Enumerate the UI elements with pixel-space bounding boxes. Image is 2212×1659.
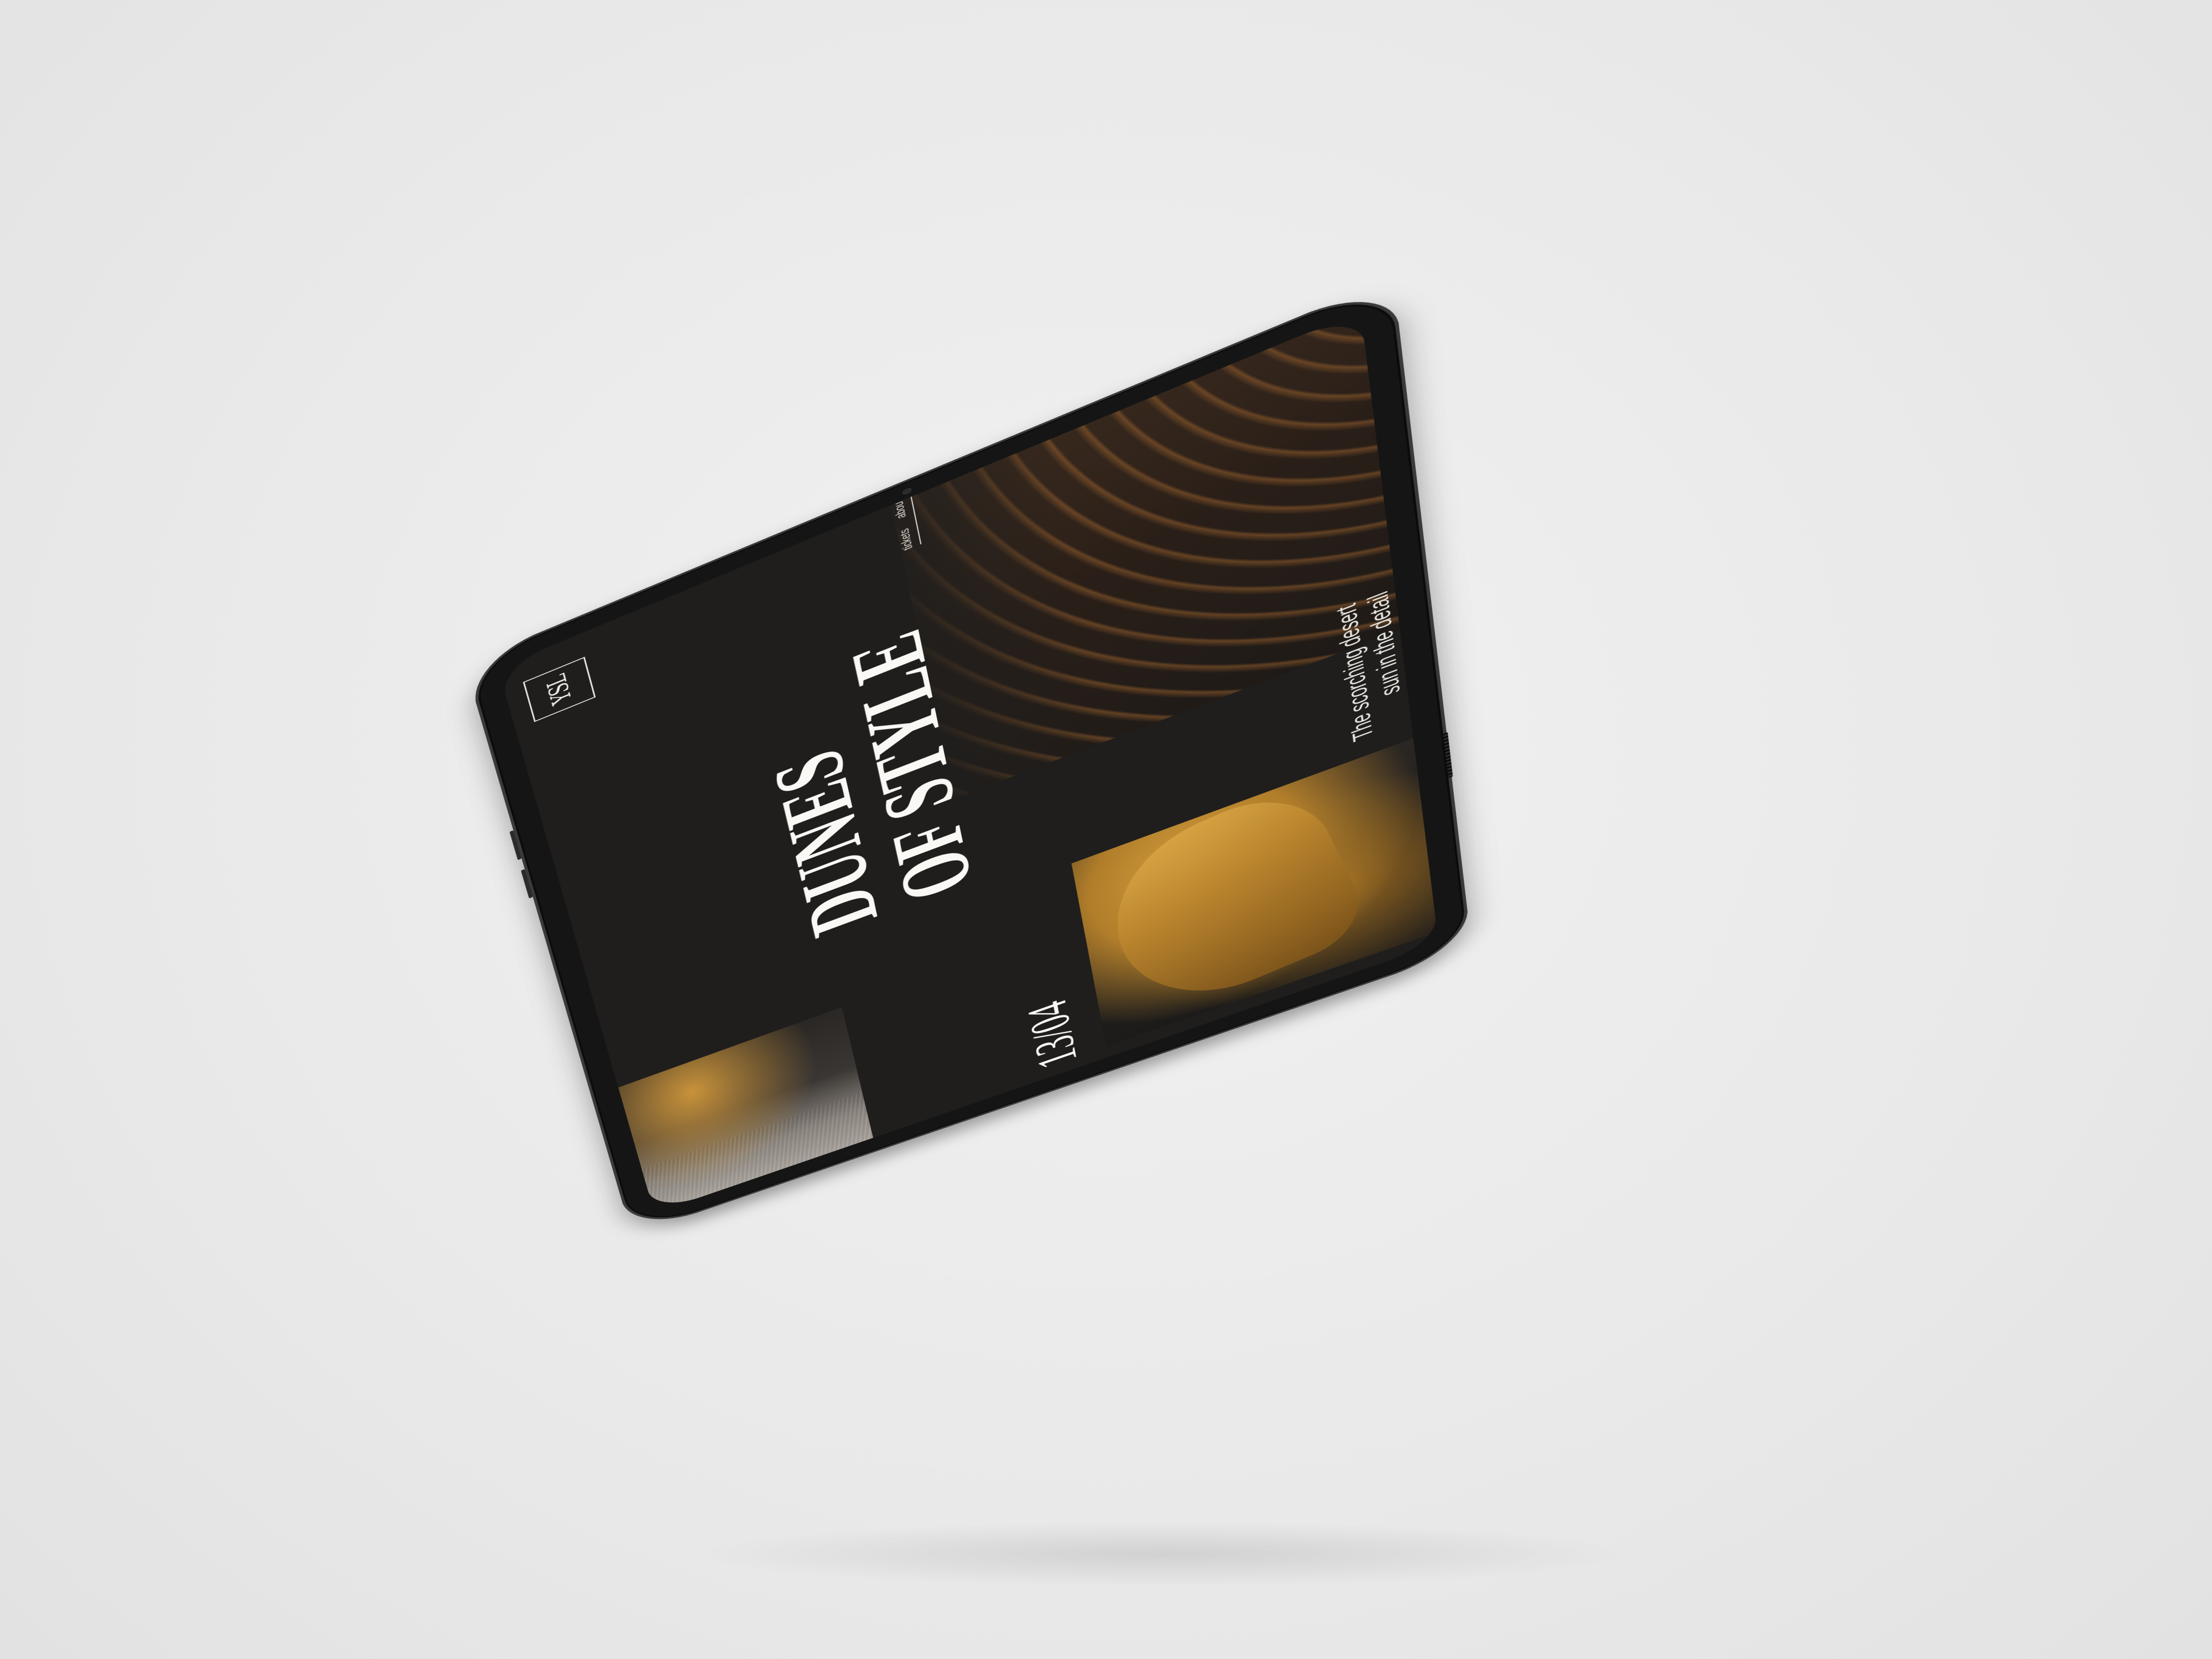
hero-title: DUNES OF STYLE	[739, 619, 987, 946]
device-shadow	[691, 1521, 1631, 1587]
event-date: 13/04	[1014, 993, 1090, 1076]
brand-logo[interactable]: YSL	[523, 657, 596, 722]
tablet-device: YSL tickets about location DUNES OF STYL…	[465, 277, 1472, 1235]
logo-monogram: YSL	[543, 671, 576, 707]
tablet-screen: YSL tickets about location DUNES OF STYL…	[498, 311, 1438, 1213]
front-camera-icon	[902, 487, 912, 495]
gold-robe-photo	[1072, 738, 1437, 1046]
mockup-background: YSL tickets about location DUNES OF STYL…	[0, 0, 2212, 1659]
